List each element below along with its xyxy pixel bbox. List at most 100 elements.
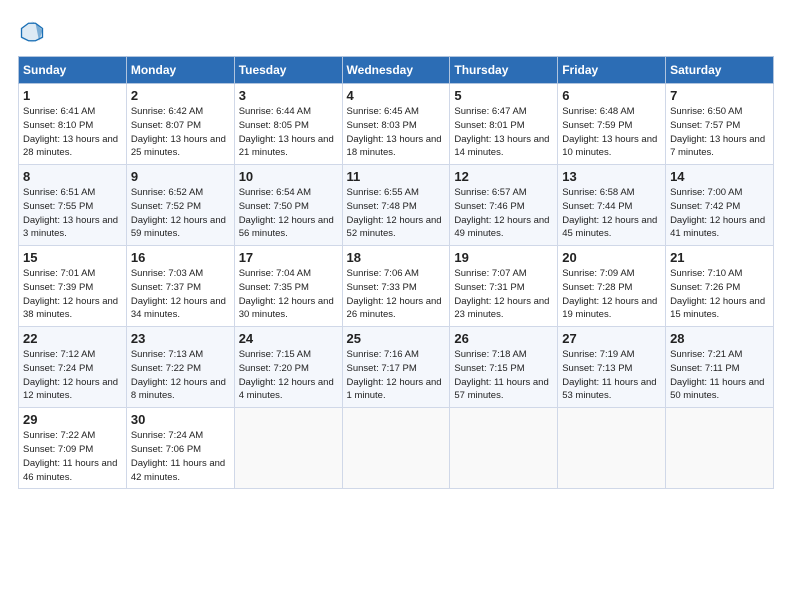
day-number: 27 <box>562 331 661 346</box>
day-number: 13 <box>562 169 661 184</box>
day-number: 29 <box>23 412 122 427</box>
day-number: 25 <box>347 331 446 346</box>
sunrise-label: Sunrise: 6:45 AM <box>347 106 419 117</box>
day-number: 5 <box>454 88 553 103</box>
calendar-cell: 9 Sunrise: 6:52 AM Sunset: 7:52 PM Dayli… <box>126 165 234 246</box>
day-number: 10 <box>239 169 338 184</box>
sunset-label: Sunset: 7:39 PM <box>23 282 93 293</box>
sunrise-label: Sunrise: 6:51 AM <box>23 187 95 198</box>
daylight-label: Daylight: 12 hours and 1 minute. <box>347 377 442 402</box>
day-info: Sunrise: 6:50 AM Sunset: 7:57 PM Dayligh… <box>670 105 769 160</box>
calendar-cell: 12 Sunrise: 6:57 AM Sunset: 7:46 PM Dayl… <box>450 165 558 246</box>
day-number: 12 <box>454 169 553 184</box>
sunset-label: Sunset: 7:31 PM <box>454 282 524 293</box>
calendar-cell: 24 Sunrise: 7:15 AM Sunset: 7:20 PM Dayl… <box>234 327 342 408</box>
page: Sunday Monday Tuesday Wednesday Thursday… <box>0 0 792 499</box>
daylight-label: Daylight: 13 hours and 10 minutes. <box>562 134 657 159</box>
day-info: Sunrise: 7:15 AM Sunset: 7:20 PM Dayligh… <box>239 348 338 403</box>
calendar-cell: 13 Sunrise: 6:58 AM Sunset: 7:44 PM Dayl… <box>558 165 666 246</box>
day-info: Sunrise: 7:18 AM Sunset: 7:15 PM Dayligh… <box>454 348 553 403</box>
day-number: 19 <box>454 250 553 265</box>
calendar-cell <box>234 408 342 489</box>
daylight-label: Daylight: 11 hours and 50 minutes. <box>670 377 764 402</box>
day-info: Sunrise: 7:04 AM Sunset: 7:35 PM Dayligh… <box>239 267 338 322</box>
day-info: Sunrise: 7:06 AM Sunset: 7:33 PM Dayligh… <box>347 267 446 322</box>
sunrise-label: Sunrise: 7:09 AM <box>562 268 634 279</box>
day-number: 2 <box>131 88 230 103</box>
day-number: 4 <box>347 88 446 103</box>
day-info: Sunrise: 7:16 AM Sunset: 7:17 PM Dayligh… <box>347 348 446 403</box>
day-info: Sunrise: 6:54 AM Sunset: 7:50 PM Dayligh… <box>239 186 338 241</box>
col-sunday: Sunday <box>19 57 127 84</box>
sunrise-label: Sunrise: 7:07 AM <box>454 268 526 279</box>
col-monday: Monday <box>126 57 234 84</box>
sunset-label: Sunset: 7:24 PM <box>23 363 93 374</box>
calendar-table: Sunday Monday Tuesday Wednesday Thursday… <box>18 56 774 489</box>
day-info: Sunrise: 6:47 AM Sunset: 8:01 PM Dayligh… <box>454 105 553 160</box>
sunset-label: Sunset: 7:28 PM <box>562 282 632 293</box>
day-info: Sunrise: 7:24 AM Sunset: 7:06 PM Dayligh… <box>131 429 230 484</box>
sunset-label: Sunset: 7:11 PM <box>670 363 740 374</box>
day-info: Sunrise: 6:57 AM Sunset: 7:46 PM Dayligh… <box>454 186 553 241</box>
sunrise-label: Sunrise: 7:10 AM <box>670 268 742 279</box>
calendar-row: 29 Sunrise: 7:22 AM Sunset: 7:09 PM Dayl… <box>19 408 774 489</box>
daylight-label: Daylight: 11 hours and 53 minutes. <box>562 377 656 402</box>
day-info: Sunrise: 6:55 AM Sunset: 7:48 PM Dayligh… <box>347 186 446 241</box>
sunset-label: Sunset: 8:05 PM <box>239 120 309 131</box>
daylight-label: Daylight: 13 hours and 18 minutes. <box>347 134 442 159</box>
calendar-cell: 6 Sunrise: 6:48 AM Sunset: 7:59 PM Dayli… <box>558 84 666 165</box>
day-number: 20 <box>562 250 661 265</box>
day-number: 6 <box>562 88 661 103</box>
day-info: Sunrise: 7:21 AM Sunset: 7:11 PM Dayligh… <box>670 348 769 403</box>
daylight-label: Daylight: 12 hours and 52 minutes. <box>347 215 442 240</box>
daylight-label: Daylight: 12 hours and 15 minutes. <box>670 296 765 321</box>
calendar-cell: 3 Sunrise: 6:44 AM Sunset: 8:05 PM Dayli… <box>234 84 342 165</box>
calendar-cell: 30 Sunrise: 7:24 AM Sunset: 7:06 PM Dayl… <box>126 408 234 489</box>
sunrise-label: Sunrise: 7:00 AM <box>670 187 742 198</box>
day-info: Sunrise: 6:52 AM Sunset: 7:52 PM Dayligh… <box>131 186 230 241</box>
sunset-label: Sunset: 7:17 PM <box>347 363 417 374</box>
sunset-label: Sunset: 7:20 PM <box>239 363 309 374</box>
daylight-label: Daylight: 11 hours and 46 minutes. <box>23 458 117 483</box>
day-number: 16 <box>131 250 230 265</box>
day-number: 24 <box>239 331 338 346</box>
sunset-label: Sunset: 7:52 PM <box>131 201 201 212</box>
calendar-cell: 21 Sunrise: 7:10 AM Sunset: 7:26 PM Dayl… <box>666 246 774 327</box>
calendar-cell: 11 Sunrise: 6:55 AM Sunset: 7:48 PM Dayl… <box>342 165 450 246</box>
sunrise-label: Sunrise: 7:15 AM <box>239 349 311 360</box>
sunset-label: Sunset: 7:06 PM <box>131 444 201 455</box>
sunset-label: Sunset: 7:42 PM <box>670 201 740 212</box>
calendar-cell: 27 Sunrise: 7:19 AM Sunset: 7:13 PM Dayl… <box>558 327 666 408</box>
calendar-cell <box>342 408 450 489</box>
sunrise-label: Sunrise: 7:16 AM <box>347 349 419 360</box>
sunset-label: Sunset: 7:44 PM <box>562 201 632 212</box>
daylight-label: Daylight: 12 hours and 19 minutes. <box>562 296 657 321</box>
daylight-label: Daylight: 12 hours and 4 minutes. <box>239 377 334 402</box>
calendar-row: 22 Sunrise: 7:12 AM Sunset: 7:24 PM Dayl… <box>19 327 774 408</box>
sunrise-label: Sunrise: 6:57 AM <box>454 187 526 198</box>
day-info: Sunrise: 6:45 AM Sunset: 8:03 PM Dayligh… <box>347 105 446 160</box>
sunrise-label: Sunrise: 7:24 AM <box>131 430 203 441</box>
daylight-label: Daylight: 13 hours and 21 minutes. <box>239 134 334 159</box>
daylight-label: Daylight: 12 hours and 23 minutes. <box>454 296 549 321</box>
col-thursday: Thursday <box>450 57 558 84</box>
sunset-label: Sunset: 8:03 PM <box>347 120 417 131</box>
sunrise-label: Sunrise: 7:18 AM <box>454 349 526 360</box>
day-info: Sunrise: 6:51 AM Sunset: 7:55 PM Dayligh… <box>23 186 122 241</box>
day-info: Sunrise: 7:22 AM Sunset: 7:09 PM Dayligh… <box>23 429 122 484</box>
day-number: 23 <box>131 331 230 346</box>
col-friday: Friday <box>558 57 666 84</box>
calendar-cell: 16 Sunrise: 7:03 AM Sunset: 7:37 PM Dayl… <box>126 246 234 327</box>
calendar-row: 8 Sunrise: 6:51 AM Sunset: 7:55 PM Dayli… <box>19 165 774 246</box>
sunrise-label: Sunrise: 7:21 AM <box>670 349 742 360</box>
day-info: Sunrise: 7:10 AM Sunset: 7:26 PM Dayligh… <box>670 267 769 322</box>
day-info: Sunrise: 7:01 AM Sunset: 7:39 PM Dayligh… <box>23 267 122 322</box>
sunrise-label: Sunrise: 7:12 AM <box>23 349 95 360</box>
sunrise-label: Sunrise: 6:48 AM <box>562 106 634 117</box>
daylight-label: Daylight: 12 hours and 12 minutes. <box>23 377 118 402</box>
sunrise-label: Sunrise: 7:03 AM <box>131 268 203 279</box>
sunset-label: Sunset: 7:26 PM <box>670 282 740 293</box>
day-number: 21 <box>670 250 769 265</box>
daylight-label: Daylight: 11 hours and 42 minutes. <box>131 458 225 483</box>
calendar-cell: 28 Sunrise: 7:21 AM Sunset: 7:11 PM Dayl… <box>666 327 774 408</box>
